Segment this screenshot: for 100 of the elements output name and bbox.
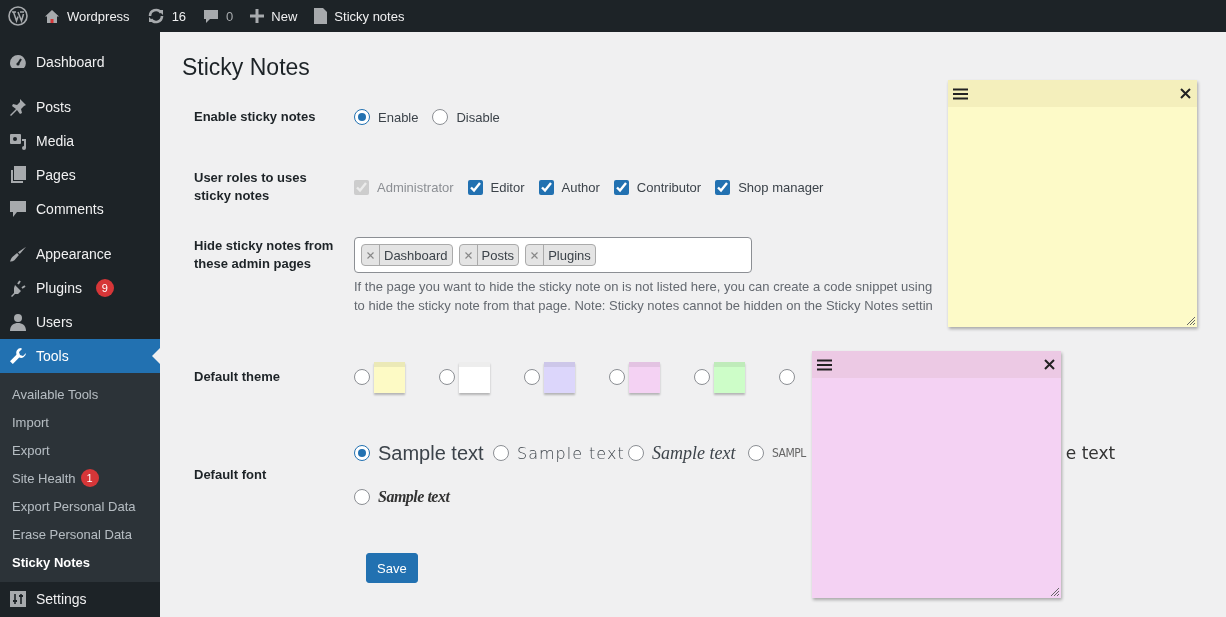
menu-item[interactable]: Dashboard — [0, 45, 160, 79]
setting-label: Hide sticky notes from these admin pages — [193, 237, 335, 273]
radio-button[interactable] — [432, 109, 449, 125]
menu-item[interactable]: Plugins 9 — [0, 271, 160, 305]
wordpress-logo-icon[interactable] — [8, 6, 28, 26]
radio-button[interactable] — [609, 369, 625, 385]
tag-field[interactable]: Dashboard Posts Plugins — [354, 237, 752, 273]
radio-button[interactable] — [628, 445, 644, 461]
setting-label: Default theme — [193, 368, 281, 386]
theme-swatch[interactable] — [374, 361, 405, 393]
submenu-item[interactable]: Erase Personal Data — [0, 520, 160, 548]
menu-item[interactable]: Media — [0, 124, 160, 158]
font-option[interactable]: Sample text — [354, 431, 493, 475]
radio-button[interactable] — [779, 369, 795, 385]
checkbox-option[interactable]: Author — [538, 179, 600, 195]
comment-count[interactable]: 0 — [226, 8, 234, 24]
user-icon — [9, 313, 27, 331]
radio-option[interactable]: Enable — [354, 109, 419, 125]
font-sample: Sample text — [652, 442, 736, 464]
checkbox-option[interactable]: Editor — [467, 179, 525, 195]
radio-button[interactable] — [439, 369, 455, 385]
checkbox[interactable] — [538, 179, 554, 195]
tag-chip[interactable]: Dashboard — [361, 244, 453, 266]
checkbox-option[interactable]: Contributor — [613, 179, 702, 195]
remove-icon[interactable] — [531, 251, 539, 259]
theme-swatch[interactable] — [629, 361, 660, 393]
setting-label: User roles to uses sticky notes — [193, 169, 308, 205]
site-link[interactable]: Wordpress — [67, 8, 130, 24]
radio-button[interactable] — [354, 109, 370, 125]
count-badge: 1 — [80, 469, 99, 487]
wrench-icon — [9, 347, 27, 365]
menu-item[interactable]: Settings — [0, 582, 160, 616]
count-badge: 9 — [95, 279, 114, 297]
sliders-icon — [9, 590, 27, 608]
submenu-item[interactable]: Export Personal Data — [0, 492, 160, 520]
plus-icon — [250, 9, 265, 23]
resize-grip-icon[interactable] — [1051, 588, 1059, 596]
help-text: If the page you want to hide the sticky note on is not listed here, you can create a code snippet using to hide the sticky note from that page. Note: Sticky notes cannot be hidden on the Sticky Notes settin — [354, 278, 933, 315]
menu-item[interactable]: Posts — [0, 90, 160, 124]
menu-item[interactable]: Comments — [0, 192, 160, 226]
radio-button[interactable] — [354, 369, 370, 385]
new-link[interactable]: New — [271, 8, 298, 24]
plug-icon — [9, 279, 27, 297]
pin-icon — [9, 98, 27, 116]
menu-item[interactable]: Pages — [0, 158, 160, 192]
tag-chip[interactable]: Plugins — [525, 244, 596, 266]
remove-icon[interactable] — [464, 251, 472, 259]
font-option[interactable]: Sample text — [628, 431, 748, 475]
submenu-item[interactable]: Site Health 1 — [0, 464, 160, 492]
radio-button[interactable] — [748, 445, 764, 461]
setting-label: Enable sticky notes — [193, 108, 317, 126]
checkbox[interactable] — [715, 179, 731, 195]
update-count[interactable]: 16 — [171, 8, 187, 24]
radio-option[interactable]: Disable — [432, 109, 500, 125]
remove-icon[interactable] — [367, 251, 374, 259]
radio-button[interactable] — [694, 369, 710, 385]
page-link[interactable]: Sticky notes — [334, 8, 405, 24]
pages-icon — [9, 166, 27, 184]
page-icon — [314, 8, 328, 24]
submenu-item[interactable]: Sticky Notes — [0, 548, 160, 576]
radio-button[interactable] — [524, 369, 540, 385]
checkbox[interactable] — [613, 179, 629, 195]
resize-grip-icon[interactable] — [1187, 317, 1195, 325]
brush-icon — [9, 245, 27, 263]
save-button[interactable]: Save — [366, 553, 418, 583]
tag-chip[interactable]: Posts — [458, 244, 520, 266]
gauge-icon — [9, 54, 27, 70]
menu-item[interactable]: Appearance — [0, 237, 160, 271]
theme-swatch[interactable] — [714, 361, 745, 393]
font-option[interactable]: Sample text — [493, 431, 628, 475]
media-icon — [9, 132, 27, 150]
font-sample: Sample text — [378, 441, 484, 465]
font-option[interactable]: SAMPL — [748, 431, 806, 475]
checkbox-option[interactable]: Shop manager — [715, 179, 824, 195]
font-sample: e text — [1065, 443, 1116, 463]
close-icon[interactable] — [1180, 88, 1191, 99]
comment-icon — [9, 200, 27, 218]
font-sample: SAMPL — [772, 446, 806, 460]
menu-item[interactable]: Users — [0, 305, 160, 339]
radio-button[interactable] — [493, 445, 509, 461]
submenu-item[interactable]: Export — [0, 436, 160, 464]
menu-icon[interactable] — [817, 358, 832, 371]
font-option[interactable]: Sample text — [354, 475, 1174, 519]
close-icon[interactable] — [1044, 359, 1055, 370]
checkbox[interactable] — [467, 179, 483, 195]
font-sample: Sample text — [378, 488, 450, 506]
setting-label: Default font — [193, 466, 268, 484]
font-option[interactable]: e text — [1065, 431, 1116, 475]
theme-swatch[interactable] — [544, 361, 575, 393]
font-sample: Sample text — [517, 443, 625, 463]
update-icon — [146, 8, 165, 24]
home-icon — [44, 8, 60, 24]
radio-button[interactable] — [354, 445, 370, 461]
page-title: Sticky Notes — [182, 54, 311, 81]
menu-item[interactable]: Tools — [0, 339, 160, 373]
submenu-item[interactable]: Import — [0, 408, 160, 436]
radio-button[interactable] — [354, 489, 370, 505]
menu-icon[interactable] — [953, 87, 968, 100]
submenu-item[interactable]: Available Tools — [0, 380, 160, 408]
comment-icon — [203, 8, 220, 24]
